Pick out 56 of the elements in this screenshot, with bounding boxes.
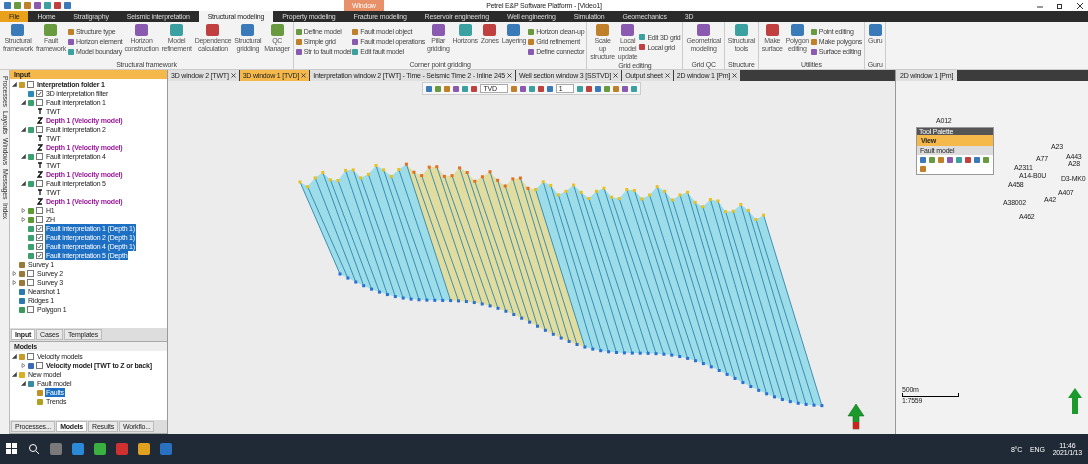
- checkbox[interactable]: [27, 353, 34, 360]
- collapse-arrow-icon[interactable]: [21, 381, 26, 386]
- depth-icon: [37, 144, 43, 151]
- expand-arrow-icon[interactable]: [21, 217, 26, 222]
- collapse-arrow-icon[interactable]: [21, 181, 26, 186]
- taskbar-app-icon[interactable]: [116, 443, 128, 455]
- collapse-arrow-icon[interactable]: [21, 100, 26, 105]
- checkbox[interactable]: [36, 243, 43, 250]
- time-icon: [37, 189, 43, 196]
- checkbox[interactable]: [36, 216, 43, 223]
- taskbar-app-icon[interactable]: [138, 443, 150, 455]
- taskbar-app-icon[interactable]: [50, 443, 62, 455]
- checkbox[interactable]: [36, 207, 43, 214]
- time-icon: [37, 135, 43, 142]
- expand-arrow-icon[interactable]: [21, 363, 26, 368]
- checkbox[interactable]: [36, 153, 43, 160]
- close-icon[interactable]: [664, 73, 670, 78]
- collapse-arrow-icon[interactable]: [12, 372, 17, 377]
- windows-start-icon[interactable]: [6, 443, 18, 455]
- scale-bar: [902, 393, 959, 397]
- checkbox[interactable]: [36, 362, 43, 369]
- expand-arrow-icon[interactable]: [21, 208, 26, 213]
- checkbox[interactable]: [27, 270, 34, 277]
- collapse-arrow-icon[interactable]: [21, 154, 26, 159]
- depth-icon: [37, 171, 43, 178]
- checkbox[interactable]: [36, 234, 43, 241]
- checkbox[interactable]: [27, 306, 34, 313]
- checkbox[interactable]: [36, 252, 43, 259]
- search-icon[interactable]: [28, 443, 40, 455]
- depth-icon: [37, 117, 43, 124]
- time-icon: [37, 108, 43, 115]
- collapse-arrow-icon[interactable]: [12, 354, 17, 359]
- checkbox[interactable]: [36, 90, 43, 97]
- north-arrow-icon: [1068, 388, 1082, 414]
- close-icon[interactable]: [613, 73, 619, 78]
- checkbox[interactable]: [36, 225, 43, 232]
- checkbox[interactable]: [36, 99, 43, 106]
- taskbar-app-icon[interactable]: [72, 443, 84, 455]
- close-icon[interactable]: [301, 73, 307, 78]
- checkbox[interactable]: [27, 279, 34, 286]
- expand-arrow-icon[interactable]: [12, 280, 17, 285]
- close-icon[interactable]: [732, 73, 738, 78]
- checkbox[interactable]: [36, 180, 43, 187]
- expand-arrow-icon[interactable]: [12, 271, 17, 276]
- close-icon[interactable]: [1076, 1, 1084, 10]
- time-icon: [37, 162, 43, 169]
- collapse-arrow-icon[interactable]: [12, 82, 17, 87]
- restore-icon[interactable]: [1056, 1, 1064, 10]
- taskbar-app-icon[interactable]: [94, 443, 106, 455]
- close-icon[interactable]: [507, 73, 512, 78]
- collapse-arrow-icon[interactable]: [21, 127, 26, 132]
- checkbox[interactable]: [36, 126, 43, 133]
- close-icon[interactable]: [230, 73, 236, 78]
- north-arrow-icon: [847, 403, 865, 430]
- checkbox[interactable]: [27, 81, 34, 88]
- depth-icon: [37, 198, 43, 205]
